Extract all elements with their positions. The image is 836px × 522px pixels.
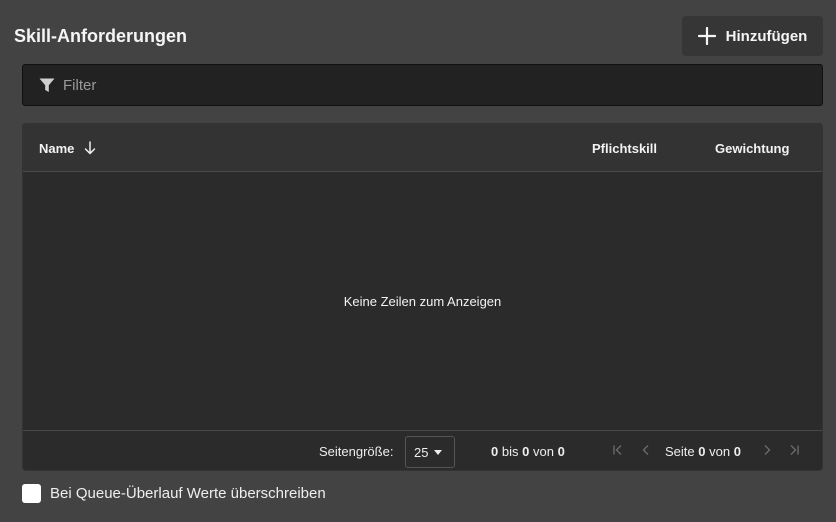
page-label: Seite (665, 444, 695, 459)
row-range: 0 bis 0 von 0 (491, 444, 565, 459)
first-page-icon (613, 445, 622, 455)
sort-descending-icon (85, 141, 96, 155)
column-label-name: Name (39, 140, 75, 156)
page-size-value: 25 (414, 444, 429, 460)
overwrite-option: Bei Queue-Überlauf Werte überschreiben (22, 484, 326, 503)
page-size-label: Seitengröße: (319, 444, 394, 459)
add-button[interactable]: Hinzufügen (682, 16, 823, 56)
chevron-left-icon (642, 445, 649, 455)
previous-page-button[interactable] (639, 443, 653, 457)
page-indicator: Seite 0 von 0 (665, 444, 741, 459)
page-size-select[interactable]: 25 (405, 436, 455, 468)
range-to-label: bis (501, 444, 519, 459)
page-of-label: von (709, 444, 731, 459)
pagination-bar: Seitengröße: 25 0 bis 0 von 0 Seite 0 vo… (23, 430, 822, 470)
add-button-label: Hinzufügen (725, 27, 808, 45)
column-label-gewichtung: Gewichtung (715, 140, 790, 156)
plus-icon (697, 27, 716, 45)
page-title: Skill-Anforderungen (14, 26, 188, 46)
last-page-button[interactable] (787, 443, 801, 457)
last-page-icon (790, 445, 799, 455)
column-header-pflichtskill[interactable]: Pflichtskill (592, 124, 657, 172)
next-page-button[interactable] (760, 443, 774, 457)
range-to: 0 (522, 444, 530, 459)
overwrite-checkbox[interactable] (22, 484, 41, 503)
column-header-name[interactable]: Name (39, 124, 96, 172)
page-total: 0 (733, 444, 741, 459)
range-of-label: von (532, 444, 554, 459)
chevron-right-icon (764, 445, 771, 455)
skill-table: Name Pflichtskill Gewichtung Keine Zeile… (22, 123, 823, 471)
first-page-button[interactable] (611, 443, 625, 457)
filter-icon (39, 78, 55, 92)
filter-input[interactable] (63, 76, 783, 94)
table-header: Name Pflichtskill Gewichtung (23, 124, 822, 172)
column-header-gewichtung[interactable]: Gewichtung (715, 124, 789, 172)
range-from: 0 (491, 444, 499, 459)
empty-message: Keine Zeilen zum Anzeigen (343, 293, 502, 309)
filter-bar[interactable] (22, 64, 823, 106)
table-body: Keine Zeilen zum Anzeigen (23, 172, 822, 430)
column-label-pflichtskill: Pflichtskill (592, 140, 658, 156)
range-total: 0 (557, 444, 565, 459)
chevron-down-icon (434, 449, 443, 455)
overwrite-label[interactable]: Bei Queue-Überlauf Werte überschreiben (50, 485, 326, 502)
page-current: 0 (698, 444, 706, 459)
